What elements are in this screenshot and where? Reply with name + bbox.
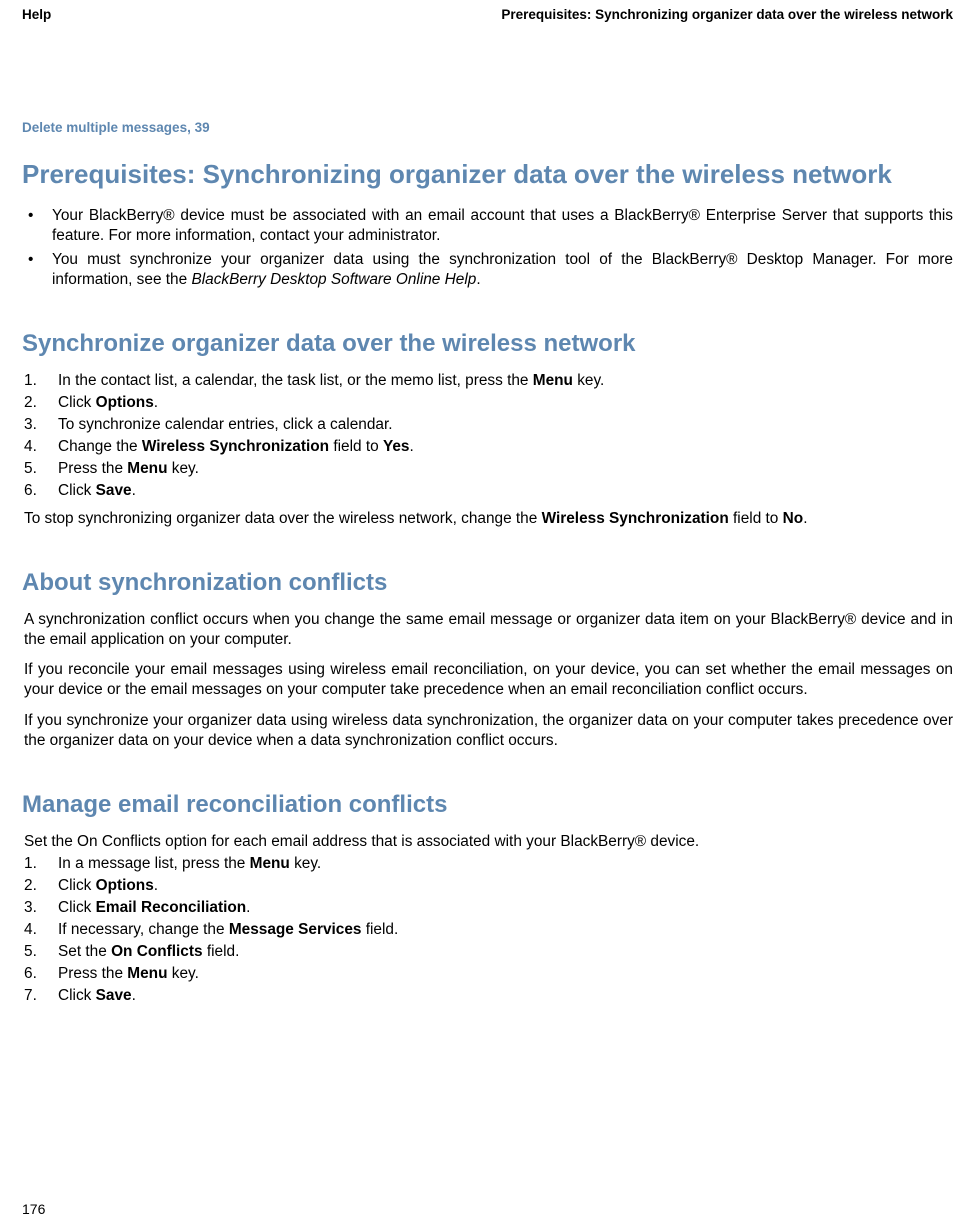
list-item: In a message list, press the Menu key. — [22, 854, 953, 874]
list-item: You must synchronize your organizer data… — [24, 250, 953, 290]
heading-synchronize: Synchronize organizer data over the wire… — [22, 328, 953, 359]
list-item: Your BlackBerry® device must be associat… — [24, 206, 953, 246]
list-item: Click Save. — [22, 986, 953, 1006]
heading-prerequisites: Prerequisites: Synchronizing organizer d… — [22, 158, 953, 192]
list-item: Press the Menu key. — [22, 459, 953, 479]
list-item: If necessary, change the Message Service… — [22, 920, 953, 940]
prerequisites-list: Your BlackBerry® device must be associat… — [24, 206, 953, 290]
heading-about-conflicts: About synchronization conflicts — [22, 567, 953, 598]
link-delete-multiple-messages[interactable]: Delete multiple messages, 39 — [22, 119, 953, 137]
manage-steps: In a message list, press the Menu key. C… — [22, 854, 953, 1006]
header-left: Help — [22, 6, 51, 24]
synchronize-note: To stop synchronizing organizer data ove… — [24, 509, 953, 529]
heading-manage-conflicts: Manage email reconciliation conflicts — [22, 789, 953, 820]
list-item: In the contact list, a calendar, the tas… — [22, 371, 953, 391]
manage-intro: Set the On Conflicts option for each ema… — [24, 832, 953, 852]
synchronize-steps: In the contact list, a calendar, the tas… — [22, 371, 953, 501]
paragraph: If you synchronize your organizer data u… — [24, 711, 953, 751]
list-item: Change the Wireless Synchronization fiel… — [22, 437, 953, 457]
header-right: Prerequisites: Synchronizing organizer d… — [501, 6, 953, 24]
page-header: Help Prerequisites: Synchronizing organi… — [22, 6, 953, 24]
page-number: 176 — [22, 1200, 45, 1218]
list-item: Set the On Conflicts field. — [22, 942, 953, 962]
list-item: To synchronize calendar entries, click a… — [22, 415, 953, 435]
list-item: Click Save. — [22, 481, 953, 501]
paragraph: If you reconcile your email messages usi… — [24, 660, 953, 700]
list-item: Click Options. — [22, 393, 953, 413]
list-item: Press the Menu key. — [22, 964, 953, 984]
paragraph: A synchronization conflict occurs when y… — [24, 610, 953, 650]
list-item: Click Options. — [22, 876, 953, 896]
list-item: Click Email Reconciliation. — [22, 898, 953, 918]
